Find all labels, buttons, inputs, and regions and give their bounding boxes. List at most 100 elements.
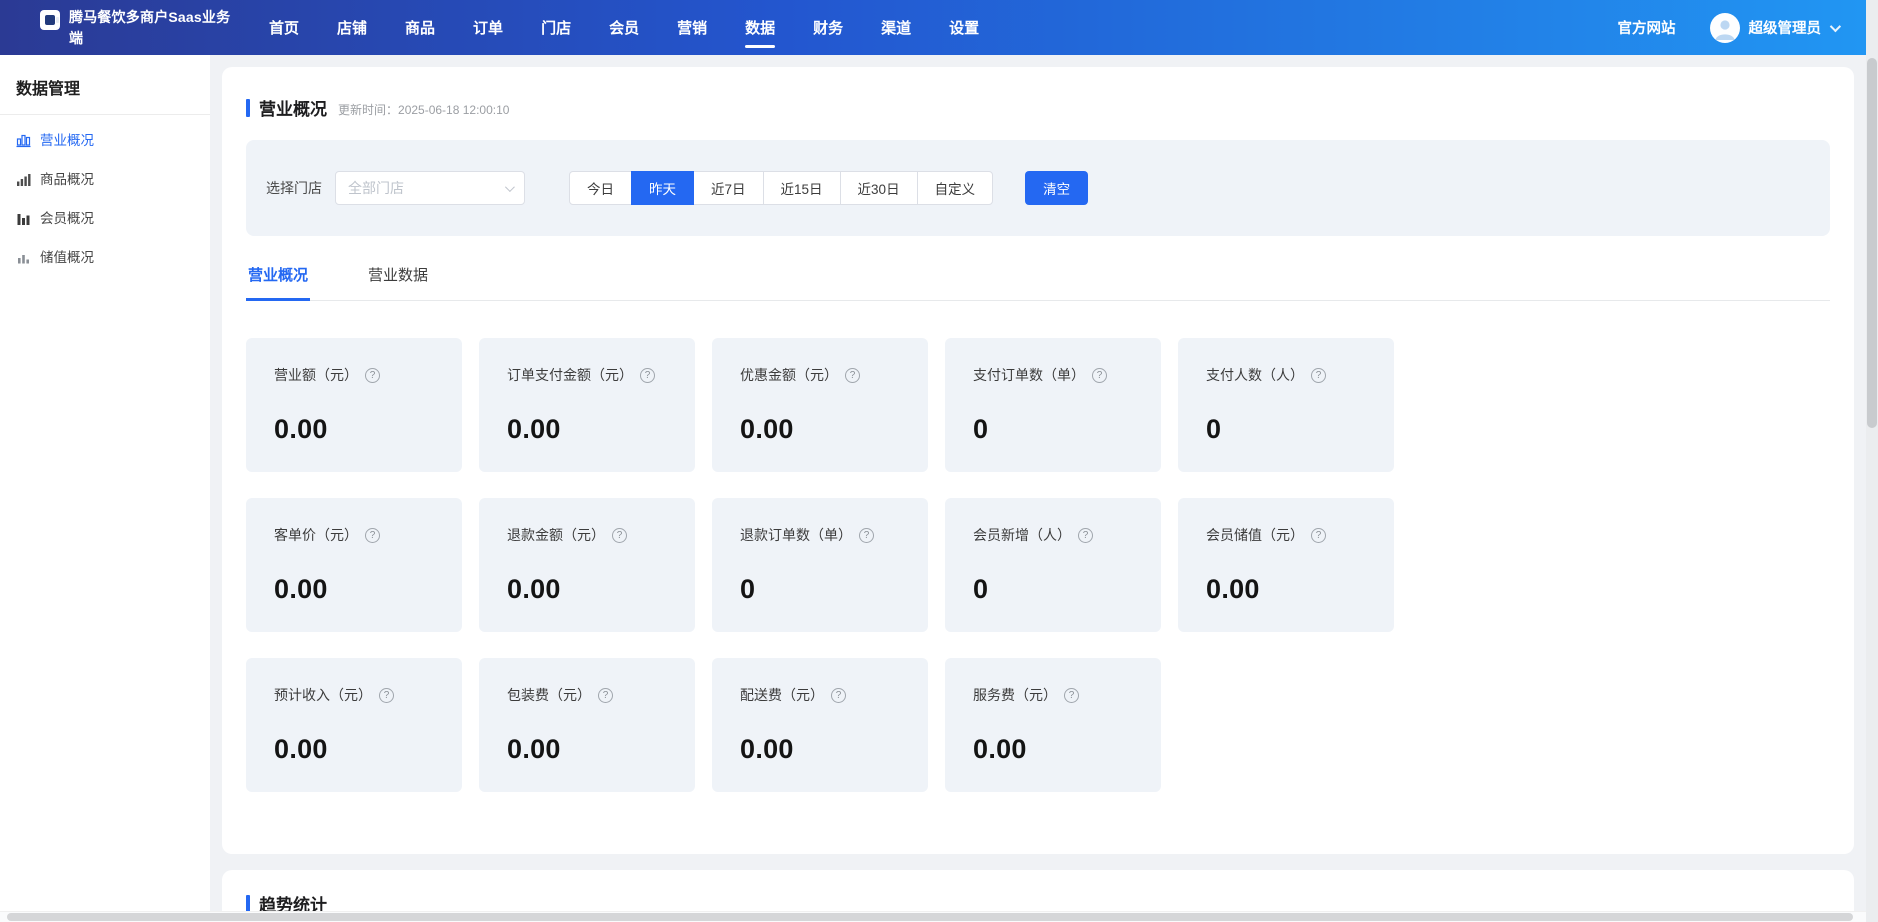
sidebar: 数据管理 营业概况 商品概况 bbox=[0, 55, 210, 922]
stat-card-value: 0 bbox=[740, 574, 900, 605]
stat-card-paying-users: 支付人数（人） 0 bbox=[1178, 338, 1394, 472]
sidebar-item-label: 商品概况 bbox=[40, 173, 94, 187]
range-today-button[interactable]: 今日 bbox=[569, 171, 632, 205]
stat-card-value: 0.00 bbox=[740, 734, 900, 765]
help-icon[interactable] bbox=[831, 688, 846, 703]
range-30d-button[interactable]: 近30日 bbox=[840, 171, 918, 205]
nav-item-channel[interactable]: 渠道 bbox=[862, 0, 930, 55]
stat-card-discount-amount: 优惠金额（元） 0.00 bbox=[712, 338, 928, 472]
sidebar-item-goods-overview[interactable]: 商品概况 bbox=[0, 160, 210, 199]
bar-chart-ascending-icon bbox=[16, 172, 31, 187]
update-time-value: 2025-06-18 12:00:10 bbox=[398, 103, 509, 117]
nav-item-marketing[interactable]: 营销 bbox=[658, 0, 726, 55]
sidebar-item-label: 会员概况 bbox=[40, 212, 94, 226]
stat-card-service-fee: 服务费（元） 0.00 bbox=[945, 658, 1161, 792]
main-content: 营业概况 更新时间：2025-06-18 12:00:10 选择门店 全部门店 … bbox=[210, 55, 1866, 922]
help-icon[interactable] bbox=[1311, 528, 1326, 543]
help-icon[interactable] bbox=[1311, 368, 1326, 383]
vertical-scrollbar[interactable] bbox=[1866, 0, 1878, 922]
stat-card-title: 包装费（元） bbox=[507, 685, 591, 705]
nav-item-shop[interactable]: 店铺 bbox=[318, 0, 386, 55]
top-nav-menu: 首页 店铺 商品 订单 门店 会员 营销 数据 财务 渠道 设置 bbox=[250, 0, 998, 55]
help-icon[interactable] bbox=[365, 368, 380, 383]
overview-tabs: 营业概况 营业数据 bbox=[246, 264, 1830, 301]
stat-card-title: 配送费（元） bbox=[740, 685, 824, 705]
user-avatar-icon bbox=[1710, 13, 1740, 43]
store-select[interactable]: 全部门店 bbox=[335, 171, 525, 205]
help-icon[interactable] bbox=[598, 688, 613, 703]
nav-item-members[interactable]: 会员 bbox=[590, 0, 658, 55]
bar-chart-small-icon bbox=[16, 250, 31, 265]
section-accent-bar bbox=[246, 99, 250, 117]
stat-card-order-paid-amount: 订单支付金额（元） 0.00 bbox=[479, 338, 695, 472]
help-icon[interactable] bbox=[1092, 368, 1107, 383]
update-time: 更新时间：2025-06-18 12:00:10 bbox=[338, 98, 509, 118]
stat-card-revenue: 营业额（元） 0.00 bbox=[246, 338, 462, 472]
stat-card-value: 0.00 bbox=[274, 734, 434, 765]
nav-item-stores[interactable]: 门店 bbox=[522, 0, 590, 55]
chevron-down-icon bbox=[1830, 20, 1841, 31]
horizontal-scrollbar-thumb[interactable] bbox=[7, 913, 1853, 921]
help-icon[interactable] bbox=[845, 368, 860, 383]
bar-chart-solid-icon bbox=[16, 211, 31, 226]
help-icon[interactable] bbox=[379, 688, 394, 703]
stat-card-title: 支付人数（人） bbox=[1206, 365, 1304, 385]
stat-card-title: 预计收入（元） bbox=[274, 685, 372, 705]
range-yesterday-button[interactable]: 昨天 bbox=[631, 171, 694, 205]
business-overview-panel: 营业概况 更新时间：2025-06-18 12:00:10 选择门店 全部门店 … bbox=[222, 67, 1854, 854]
range-7d-button[interactable]: 近7日 bbox=[693, 171, 764, 205]
update-time-label: 更新时间： bbox=[338, 103, 398, 117]
help-icon[interactable] bbox=[612, 528, 627, 543]
stat-card-value: 0.00 bbox=[507, 574, 667, 605]
filter-bar: 选择门店 全部门店 今日 昨天 近7日 近15日 近30日 自定义 清空 bbox=[246, 140, 1830, 236]
stat-card-value: 0.00 bbox=[274, 574, 434, 605]
stat-card-title: 会员新增（人） bbox=[973, 525, 1071, 545]
chevron-down-icon bbox=[505, 182, 515, 192]
sidebar-item-stored-value-overview[interactable]: 储值概况 bbox=[0, 238, 210, 277]
help-icon[interactable] bbox=[1078, 528, 1093, 543]
user-name: 超级管理员 bbox=[1749, 17, 1822, 38]
stat-card-packaging-fee: 包装费（元） 0.00 bbox=[479, 658, 695, 792]
sidebar-item-business-overview[interactable]: 营业概况 bbox=[0, 121, 210, 160]
stat-card-value: 0.00 bbox=[740, 414, 900, 445]
horizontal-scrollbar[interactable] bbox=[0, 911, 1866, 922]
sidebar-divider bbox=[0, 114, 210, 115]
nav-item-data[interactable]: 数据 bbox=[726, 0, 794, 55]
stat-card-value: 0 bbox=[1206, 414, 1366, 445]
tab-business-overview[interactable]: 营业概况 bbox=[246, 264, 310, 301]
stat-card-title: 客单价（元） bbox=[274, 525, 358, 545]
range-custom-button[interactable]: 自定义 bbox=[917, 171, 994, 205]
bar-chart-outline-icon bbox=[16, 133, 31, 148]
topbar-right: 官方网站 超级管理员 bbox=[1618, 13, 1839, 43]
tab-business-data[interactable]: 营业数据 bbox=[366, 264, 430, 301]
brand: 腾马餐饮多商户Saas业务端 bbox=[40, 7, 236, 48]
nav-item-finance[interactable]: 财务 bbox=[794, 0, 862, 55]
help-icon[interactable] bbox=[365, 528, 380, 543]
stat-card-delivery-fee: 配送费（元） 0.00 bbox=[712, 658, 928, 792]
app-window: 腾马餐饮多商户Saas业务端 首页 店铺 商品 订单 门店 会员 营销 数据 财… bbox=[0, 0, 1878, 922]
brand-logo-icon bbox=[40, 10, 60, 30]
stat-card-value: 0.00 bbox=[507, 414, 667, 445]
brand-name: 腾马餐饮多商户Saas业务端 bbox=[69, 7, 236, 48]
stat-card-value: 0.00 bbox=[274, 414, 434, 445]
sidebar-item-label: 营业概况 bbox=[40, 134, 94, 148]
help-icon[interactable] bbox=[859, 528, 874, 543]
stat-card-title: 退款订单数（单） bbox=[740, 525, 852, 545]
official-site-link[interactable]: 官方网站 bbox=[1618, 17, 1676, 38]
stat-card-expected-income: 预计收入（元） 0.00 bbox=[246, 658, 462, 792]
store-select-placeholder: 全部门店 bbox=[348, 178, 505, 198]
range-15d-button[interactable]: 近15日 bbox=[763, 171, 841, 205]
stat-card-new-members: 会员新增（人） 0 bbox=[945, 498, 1161, 632]
clear-button[interactable]: 清空 bbox=[1025, 171, 1088, 205]
sidebar-item-member-overview[interactable]: 会员概况 bbox=[0, 199, 210, 238]
user-menu[interactable]: 超级管理员 bbox=[1710, 13, 1839, 43]
nav-item-home[interactable]: 首页 bbox=[250, 0, 318, 55]
help-icon[interactable] bbox=[1064, 688, 1079, 703]
help-icon[interactable] bbox=[640, 368, 655, 383]
nav-item-goods[interactable]: 商品 bbox=[386, 0, 454, 55]
nav-item-settings[interactable]: 设置 bbox=[930, 0, 998, 55]
vertical-scrollbar-thumb[interactable] bbox=[1867, 58, 1877, 428]
nav-item-orders[interactable]: 订单 bbox=[454, 0, 522, 55]
stat-card-title: 营业额（元） bbox=[274, 365, 358, 385]
stat-card-value: 0.00 bbox=[1206, 574, 1366, 605]
